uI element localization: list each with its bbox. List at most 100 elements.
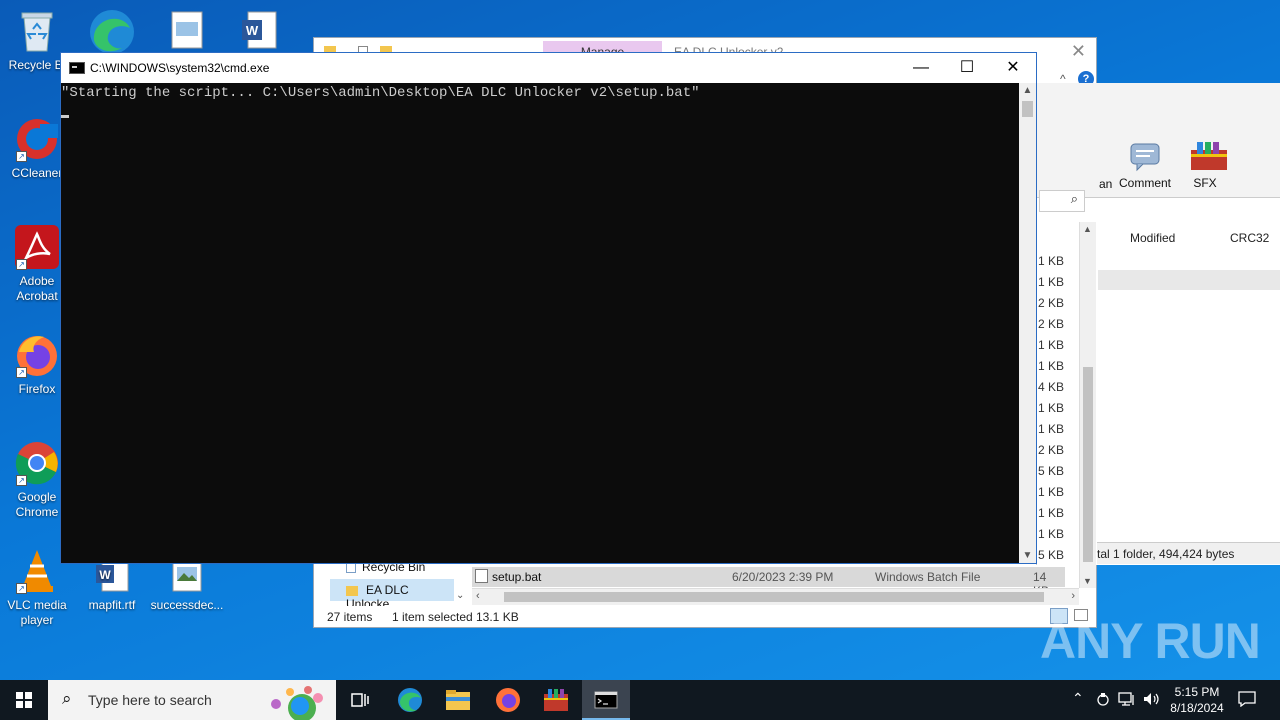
close-icon[interactable]: ✕ — [1071, 41, 1086, 62]
scroll-down-icon[interactable]: ▼ — [1019, 550, 1036, 561]
volume-icon[interactable] — [1142, 691, 1160, 720]
firefox-icon: ↗ — [14, 332, 60, 378]
ribbon-fragment: an — [1099, 177, 1113, 191]
close-button[interactable]: ✕ — [990, 53, 1036, 83]
desktop-icon-label: successdec... — [150, 598, 224, 612]
recycle-bin-icon — [346, 562, 356, 573]
taskbar-edge[interactable] — [386, 680, 434, 720]
size-cell: 2 KB — [1038, 296, 1065, 310]
column-modified[interactable]: Modified — [1130, 231, 1175, 245]
task-view-button[interactable] — [336, 680, 384, 720]
size-cell: 1 KB — [1038, 359, 1065, 373]
file-modified: 6/20/2023 2:39 PM — [732, 570, 834, 584]
desktop-icon-word-file[interactable]: W — [240, 10, 278, 50]
search-icon: ⌕ — [62, 689, 72, 708]
svg-text:W: W — [99, 568, 111, 582]
scroll-left-icon[interactable]: ‹ — [476, 590, 480, 602]
file-list-hscrollbar[interactable]: ‹ › — [472, 588, 1079, 605]
chrome-icon: ↗ — [14, 440, 60, 486]
cmd-app-icon — [69, 62, 85, 74]
taskbar-cmd[interactable] — [582, 680, 630, 720]
cmd-titlebar[interactable]: C:\WINDOWS\system32\cmd.exe — ☐ ✕ — [61, 53, 1036, 83]
winrar-column-header[interactable]: Modified CRC32 — [1098, 227, 1280, 249]
winrar-status: tal 1 folder, 494,424 bytes — [1097, 542, 1280, 564]
file-explorer-icon — [446, 690, 470, 710]
winrar-pane[interactable]: an Comment SFX ⌕ — [1036, 83, 1280, 565]
status-item-count: 27 items — [327, 610, 373, 624]
file-name: setup.bat — [492, 570, 542, 584]
shortcut-arrow-icon: ↗ — [16, 367, 27, 378]
column-crc32[interactable]: CRC32 — [1230, 231, 1269, 245]
shortcut-arrow-icon: ↗ — [16, 475, 27, 486]
desktop-icon-edge[interactable] — [86, 6, 136, 54]
desktop-icon-image-file[interactable] — [170, 10, 204, 50]
cmd-icon — [594, 691, 618, 709]
search-icon[interactable]: ⌕ — [1039, 190, 1085, 212]
scroll-right-icon[interactable]: › — [1071, 590, 1075, 602]
recycle-bin-icon — [14, 8, 60, 54]
batch-file-icon — [475, 569, 488, 583]
taskbar: ⌕ Type here to search ⌃ 5:15 PM 8/18/202… — [0, 680, 1280, 720]
desktop-icon-mapfit[interactable]: W mapfit.rtf — [75, 556, 149, 613]
taskbar-clock[interactable]: 5:15 PM 8/18/2024 — [1160, 684, 1234, 716]
nav-item-ea-dlc-unlocker[interactable]: EA DLC Unlocke — [330, 579, 454, 611]
comment-label: Comment — [1119, 176, 1172, 190]
search-placeholder: Type here to search — [88, 692, 212, 708]
adobe-acrobat-icon: ↗ — [14, 224, 60, 270]
status-selected: 1 item selected — [392, 610, 473, 624]
clock-time: 5:15 PM — [1174, 685, 1220, 699]
scroll-down-icon[interactable]: ▼ — [1083, 576, 1092, 586]
scrollbar-thumb[interactable] — [1083, 367, 1093, 562]
shortcut-arrow-icon: ↗ — [16, 259, 27, 270]
maximize-button[interactable]: ☐ — [944, 53, 990, 83]
network-status-icon[interactable] — [1095, 691, 1111, 707]
size-cell: 1 KB — [1038, 506, 1065, 520]
size-cell: 1 KB — [1038, 485, 1065, 499]
scroll-up-icon[interactable]: ▲ — [1019, 85, 1036, 96]
sfx-label: SFX — [1193, 176, 1217, 190]
size-cell: 1 KB — [1038, 254, 1065, 268]
size-cell: 4 KB — [1038, 380, 1065, 394]
taskbar-search[interactable]: ⌕ Type here to search — [48, 680, 336, 720]
wired-network-icon[interactable] — [1118, 691, 1136, 720]
size-cell: 2 KB — [1038, 443, 1065, 457]
windows-logo-icon — [16, 692, 32, 708]
winrar-selected-row[interactable] — [1098, 270, 1280, 290]
taskbar-file-explorer[interactable] — [434, 680, 482, 720]
size-cell: 5 KB — [1038, 548, 1065, 562]
comment-button[interactable]: Comment — [1119, 140, 1171, 190]
size-cell: 2 KB — [1038, 317, 1065, 331]
start-button[interactable] — [0, 680, 48, 720]
scroll-up-icon[interactable]: ▲ — [1083, 224, 1092, 234]
show-hidden-icons[interactable]: ⌃ — [1072, 690, 1084, 720]
shortcut-arrow-icon: ↗ — [16, 151, 27, 162]
anyrun-watermark: ANY RUN — [1040, 613, 1261, 669]
clock-date: 8/18/2024 — [1170, 701, 1224, 715]
size-cell: 1 KB — [1038, 401, 1065, 415]
winrar-icon — [544, 689, 568, 711]
console-output[interactable]: "Starting the script... C:\Users\admin\D… — [61, 83, 1019, 563]
file-list-scrollbar[interactable]: ▲ ▼ — [1079, 222, 1096, 588]
file-row-setup-bat[interactable]: setup.bat 6/20/2023 2:39 PM Windows Batc… — [472, 567, 1065, 598]
size-cell: 1 KB — [1038, 422, 1065, 436]
folder-icon — [346, 585, 358, 596]
console-line: "Starting the script... C:\Users\admin\D… — [61, 85, 700, 101]
cmd-window[interactable]: C:\WINDOWS\system32\cmd.exe — ☐ ✕ "Start… — [60, 52, 1037, 564]
size-cell: 1 KB — [1038, 338, 1065, 352]
desktop-icon-label: VLC media player — [7, 598, 67, 627]
hscrollbar-thumb[interactable] — [504, 592, 1044, 602]
console-cursor — [61, 115, 69, 118]
taskbar-winrar[interactable] — [532, 680, 580, 720]
shortcut-arrow-icon: ↗ — [16, 583, 27, 594]
taskbar-firefox[interactable] — [484, 680, 532, 720]
notifications-icon[interactable] — [1238, 691, 1256, 720]
console-scrollbar[interactable]: ▲ ▼ — [1019, 83, 1036, 563]
console-scrollbar-thumb[interactable] — [1022, 101, 1033, 117]
search-highlight-icon — [262, 684, 332, 720]
cmd-title: C:\WINDOWS\system32\cmd.exe — [90, 61, 270, 75]
task-view-icon — [351, 693, 369, 707]
sfx-button[interactable]: SFX — [1189, 140, 1227, 190]
desktop-icon-successdec[interactable]: successdec... — [150, 556, 224, 613]
minimize-button[interactable]: — — [898, 53, 944, 83]
nav-scroll-down-icon[interactable]: ⌄ — [456, 590, 464, 601]
